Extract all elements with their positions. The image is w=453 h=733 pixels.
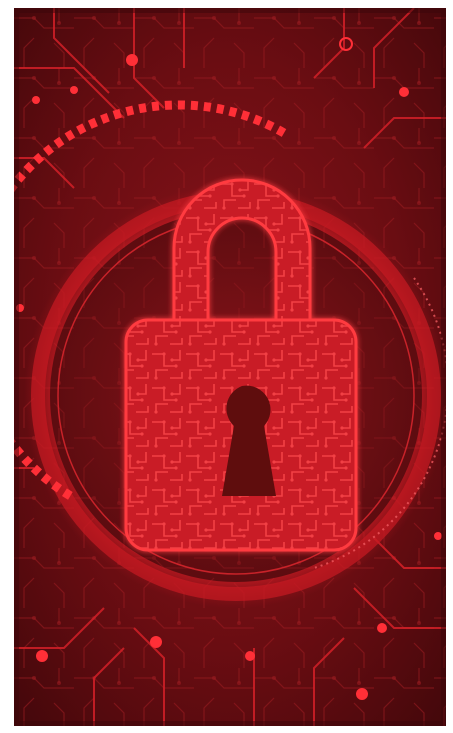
illustration-canvas [14, 8, 446, 726]
cyber-security-illustration [14, 8, 446, 726]
